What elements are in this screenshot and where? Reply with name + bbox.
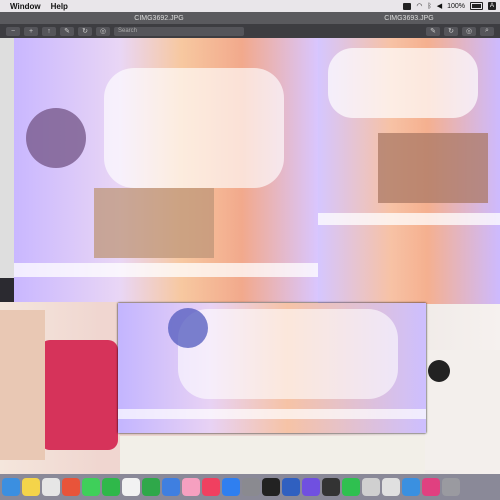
line-icon[interactable] — [342, 478, 360, 496]
search-icon[interactable]: ⌕ — [480, 26, 494, 36]
finder2-icon[interactable] — [402, 478, 420, 496]
photo-subject-head — [428, 360, 450, 382]
calendar-icon[interactable] — [122, 478, 140, 496]
music2-icon[interactable] — [422, 478, 440, 496]
photo-room — [378, 133, 488, 203]
preview-window-left[interactable]: CIMG3692.JPG − + ↑ ✎ ↻ ◎ Search — [0, 12, 318, 302]
photo-ground — [120, 436, 425, 474]
window-toolbar: − + ↑ ✎ ↻ ◎ Search — [0, 24, 318, 38]
photo-window-center[interactable] — [118, 303, 426, 433]
sidebar-thumb[interactable] — [0, 38, 14, 278]
photo-room — [94, 188, 214, 258]
menu-help[interactable]: Help — [51, 2, 68, 11]
search-placeholder: Search — [118, 28, 138, 34]
window-title: CIMG3692.JPG — [134, 14, 184, 22]
preview-window-right[interactable]: CIMG3693.JPG ✎ ↻ ◎ ⌕ — [318, 12, 500, 304]
photo-subject-face — [26, 108, 86, 168]
window-titlebar[interactable]: CIMG3692.JPG — [0, 12, 318, 24]
preview-icon[interactable] — [382, 478, 400, 496]
photo-shelf — [14, 263, 318, 277]
photo-cimg3692 — [14, 38, 318, 302]
dropbox-icon[interactable] — [403, 2, 412, 10]
notes-icon[interactable] — [22, 478, 40, 496]
photos-icon[interactable] — [42, 478, 60, 496]
volume-icon[interactable]: ◀ — [437, 2, 442, 10]
menu-bar: Window Help ◠ ᛒ ◀ 100% A — [0, 0, 500, 12]
battery-percent: 100% — [447, 2, 465, 10]
markup-icon[interactable]: ✎ — [60, 26, 74, 36]
photo-cimg3693 — [318, 38, 500, 304]
messages-icon[interactable] — [82, 478, 100, 496]
wifi-icon[interactable]: ◠ — [416, 2, 422, 10]
input-source-icon[interactable]: A — [488, 2, 496, 10]
photo-shelf — [318, 213, 500, 225]
annotate-icon[interactable]: ◎ — [462, 26, 476, 36]
rotate-icon[interactable]: ↻ — [444, 26, 458, 36]
photo-subject — [104, 68, 284, 188]
ndi-icon[interactable] — [262, 478, 280, 496]
trash-icon[interactable] — [442, 478, 460, 496]
window-title: CIMG3693.JPG — [384, 14, 434, 22]
search-input[interactable]: Search — [114, 26, 244, 36]
photo-subject-skirt — [40, 340, 118, 450]
facetime-icon[interactable] — [102, 478, 120, 496]
photos2-icon[interactable] — [182, 478, 200, 496]
app-store-icon[interactable] — [222, 478, 240, 496]
photo-subject — [178, 309, 398, 399]
script-icon[interactable] — [362, 478, 380, 496]
zoom-in-icon[interactable]: + — [24, 26, 38, 36]
menu-window[interactable]: Window — [10, 2, 41, 11]
markup-icon[interactable]: ✎ — [426, 26, 440, 36]
photo-shelf — [118, 409, 426, 419]
rotate-icon[interactable]: ↻ — [78, 26, 92, 36]
share-icon[interactable]: ↑ — [42, 26, 56, 36]
bluetooth-icon[interactable]: ᛒ — [428, 3, 432, 10]
annotate-icon[interactable]: ◎ — [96, 26, 110, 36]
finder-icon[interactable] — [2, 478, 20, 496]
photo-subject-face — [168, 308, 208, 348]
system-prefs-icon[interactable] — [242, 478, 260, 496]
photo-subject-body — [0, 310, 45, 460]
keynote-icon[interactable] — [162, 478, 180, 496]
dock — [0, 474, 500, 500]
music-icon[interactable] — [202, 478, 220, 496]
status-area: ◠ ᛒ ◀ 100% A — [403, 2, 496, 10]
capture-icon[interactable] — [282, 478, 300, 496]
window-toolbar: ✎ ↻ ◎ ⌕ — [318, 24, 500, 38]
unity-icon[interactable] — [322, 478, 340, 496]
zoom-out-icon[interactable]: − — [6, 26, 20, 36]
chrome-icon[interactable] — [62, 478, 80, 496]
window-titlebar[interactable]: CIMG3693.JPG — [318, 12, 500, 24]
photo-subject — [328, 48, 478, 118]
battery-icon[interactable] — [470, 2, 483, 10]
shortcuts-icon[interactable] — [302, 478, 320, 496]
numbers-icon[interactable] — [142, 478, 160, 496]
